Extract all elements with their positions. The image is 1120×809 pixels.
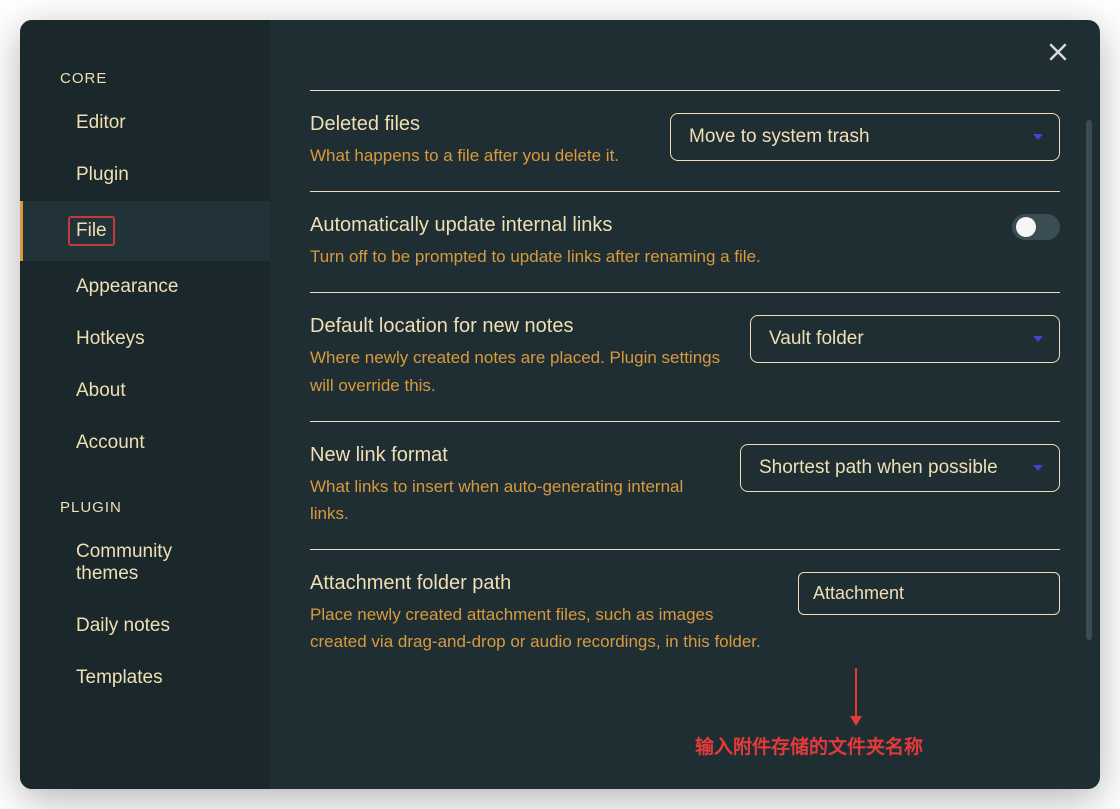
scrollbar-thumb[interactable] <box>1086 120 1092 640</box>
new-link-format-dropdown[interactable]: Shortest path when possible <box>740 444 1060 492</box>
setting-title: Attachment folder path <box>310 572 770 595</box>
sidebar-item-file[interactable]: File <box>20 201 270 261</box>
close-button[interactable] <box>1046 42 1070 66</box>
default-location-dropdown[interactable]: Vault folder <box>750 315 1060 363</box>
setting-title: New link format <box>310 444 720 467</box>
scrollbar[interactable] <box>1086 120 1092 769</box>
sidebar-section-core: CORE <box>20 60 270 97</box>
sidebar-item-community-themes[interactable]: Community themes <box>20 526 270 600</box>
deleted-files-dropdown[interactable]: Move to system trash <box>670 113 1060 161</box>
sidebar-section-plugin: PLUGIN <box>20 489 270 526</box>
sidebar-item-hotkeys[interactable]: Hotkeys <box>20 313 270 365</box>
setting-description: What happens to a file after you delete … <box>310 142 650 169</box>
setting-new-link-format: New link format What links to insert whe… <box>310 421 1060 549</box>
settings-sidebar: CORE Editor Plugin File Appearance Hotke… <box>20 20 270 789</box>
settings-modal: CORE Editor Plugin File Appearance Hotke… <box>20 20 1100 789</box>
setting-auto-update-links: Automatically update internal links Turn… <box>310 191 1060 292</box>
sidebar-item-editor[interactable]: Editor <box>20 97 270 149</box>
chevron-down-icon <box>1033 134 1043 140</box>
setting-default-location: Default location for new notes Where new… <box>310 292 1060 420</box>
setting-description: Turn off to be prompted to update links … <box>310 243 980 270</box>
close-icon <box>1048 42 1068 62</box>
sidebar-item-account[interactable]: Account <box>20 417 270 469</box>
settings-content: Deleted files What happens to a file aft… <box>270 20 1100 789</box>
sidebar-item-about[interactable]: About <box>20 365 270 417</box>
setting-attachment-path: Attachment folder path Place newly creat… <box>310 549 1060 677</box>
annotation-text: 输入附件存储的文件夹名称 <box>695 732 923 759</box>
chevron-down-icon <box>1033 465 1043 471</box>
sidebar-item-appearance[interactable]: Appearance <box>20 261 270 313</box>
setting-description: What links to insert when auto-generatin… <box>310 473 720 527</box>
setting-title: Deleted files <box>310 113 650 136</box>
sidebar-item-daily-notes[interactable]: Daily notes <box>20 600 270 652</box>
annotation-arrow <box>850 668 862 726</box>
setting-description: Place newly created attachment files, su… <box>310 601 770 655</box>
attachment-path-input[interactable] <box>798 572 1060 615</box>
setting-description: Where newly created notes are placed. Pl… <box>310 344 730 398</box>
sidebar-item-templates[interactable]: Templates <box>20 652 270 704</box>
sidebar-item-plugin[interactable]: Plugin <box>20 149 270 201</box>
toggle-knob <box>1016 217 1036 237</box>
setting-title: Default location for new notes <box>310 315 730 338</box>
setting-title: Automatically update internal links <box>310 214 980 237</box>
auto-update-links-toggle[interactable] <box>1012 214 1060 240</box>
chevron-down-icon <box>1033 336 1043 342</box>
setting-deleted-files: Deleted files What happens to a file aft… <box>310 90 1060 191</box>
